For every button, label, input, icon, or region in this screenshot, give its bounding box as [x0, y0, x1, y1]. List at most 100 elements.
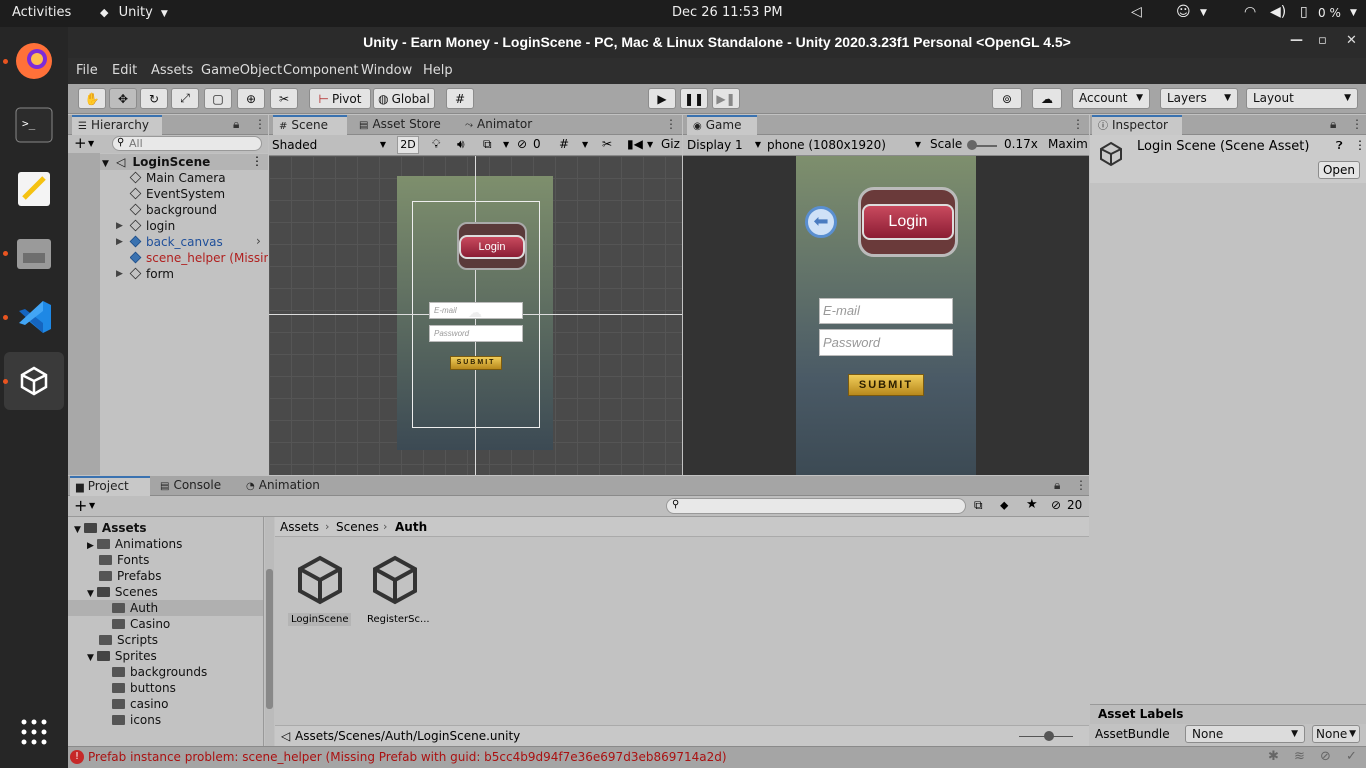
- add-button[interactable]: +: [74, 135, 87, 152]
- folder-tree-item[interactable]: icons: [68, 712, 263, 728]
- favorites-star-icon[interactable]: ★: [1026, 497, 1038, 512]
- chevron-down-icon[interactable]: ▼: [1350, 8, 1357, 18]
- scale-tool-button[interactable]: ⤢: [171, 88, 199, 109]
- game-password-field[interactable]: Password: [819, 329, 953, 356]
- rotate-tool-button[interactable]: ↻: [140, 88, 168, 109]
- asset-bundle-dropdown[interactable]: None ▼: [1185, 725, 1305, 743]
- tab-asset-store[interactable]: ▤ Asset Store: [353, 115, 453, 135]
- custom-tool-button[interactable]: ✂: [270, 88, 298, 109]
- global-toggle[interactable]: ◍ Global: [373, 88, 435, 109]
- unity-launcher[interactable]: [4, 352, 64, 410]
- rect-tool-button[interactable]: ▢: [204, 88, 232, 109]
- asset-item-loginscene[interactable]: LoginScene: [285, 548, 355, 638]
- folder-tree-item[interactable]: Fonts: [68, 552, 263, 568]
- play-button[interactable]: ▶: [648, 88, 676, 109]
- battery-icon[interactable]: ▯: [1300, 4, 1308, 20]
- scene-submit-button[interactable]: SUBMIT: [450, 356, 502, 370]
- effects-icon[interactable]: ⧉: [483, 137, 492, 152]
- chevron-down-icon[interactable]: ▼: [74, 525, 81, 535]
- breadcrumb-assets[interactable]: Assets: [280, 520, 319, 534]
- vscode-launcher[interactable]: [4, 288, 64, 346]
- grid-icon[interactable]: #: [559, 137, 569, 151]
- tools-icon[interactable]: ✂: [602, 137, 612, 151]
- show-applications-button[interactable]: [4, 703, 64, 761]
- game-email-field[interactable]: E-mail: [819, 298, 953, 324]
- kebab-menu-icon[interactable]: ⋮: [251, 154, 263, 168]
- scene-viewport[interactable]: Login E-mail Password SUBMIT ☁: [269, 156, 682, 475]
- check-icon[interactable]: ✓: [1346, 749, 1357, 764]
- scale-slider-thumb[interactable]: [967, 140, 977, 150]
- move-tool-button[interactable]: ✥: [109, 88, 137, 109]
- chevron-right-icon[interactable]: ▶: [116, 266, 123, 282]
- shading-dropdown[interactable]: Shaded ▼: [272, 136, 388, 154]
- open-button[interactable]: Open: [1318, 161, 1360, 179]
- clock[interactable]: Dec 26 11:53 PM: [672, 5, 783, 20]
- terminal-launcher[interactable]: >_: [4, 96, 64, 154]
- wifi-icon[interactable]: ◠: [1244, 4, 1256, 20]
- menu-gameobject[interactable]: GameObject: [201, 63, 282, 78]
- menu-component[interactable]: Component: [283, 63, 358, 78]
- auto-generate-lighting-icon[interactable]: ⊘: [1320, 749, 1331, 764]
- kebab-menu-icon[interactable]: ⋮: [1351, 117, 1363, 131]
- layers-icon[interactable]: ≋: [1294, 749, 1305, 764]
- folder-tree-item[interactable]: backgrounds: [68, 664, 263, 680]
- kebab-menu-icon[interactable]: ⋮: [665, 117, 677, 131]
- hierarchy-item-back-canvas[interactable]: ▶ back_canvas: [116, 234, 223, 250]
- chevron-down-icon[interactable]: ▼: [87, 589, 94, 599]
- lock-icon[interactable]: 🔒︎: [1054, 478, 1060, 493]
- kebab-menu-icon[interactable]: ⋮: [1075, 478, 1087, 492]
- scene-login-button[interactable]: Login: [459, 235, 525, 259]
- cloud-button[interactable]: ☁: [1032, 88, 1062, 109]
- hand-tool-button[interactable]: ✋: [78, 88, 106, 109]
- lock-icon[interactable]: 🔒︎: [233, 117, 239, 132]
- hierarchy-item-form[interactable]: ▶ form: [116, 266, 174, 282]
- hierarchy-item-login[interactable]: ▶ login: [116, 218, 175, 234]
- menu-file[interactable]: File: [76, 63, 98, 78]
- filter-by-type-icon[interactable]: ⧉: [974, 498, 983, 513]
- add-button[interactable]: +: [74, 496, 87, 515]
- hidden-packages-icon[interactable]: ⊘: [1051, 498, 1061, 512]
- firefox-launcher[interactable]: [4, 32, 64, 90]
- transform-tool-button[interactable]: ⊕: [237, 88, 265, 109]
- audio-icon[interactable]: 🔊︎: [457, 137, 465, 152]
- back-arrow-button[interactable]: ⬅: [805, 206, 837, 238]
- breadcrumb-auth[interactable]: Auth: [395, 520, 427, 534]
- tab-game[interactable]: ◉ Game: [687, 115, 757, 135]
- chevron-right-icon[interactable]: ▶: [87, 541, 94, 551]
- files-launcher[interactable]: [4, 224, 64, 282]
- chevron-right-icon[interactable]: ›: [256, 234, 261, 248]
- game-viewport[interactable]: ⬅ Login E-mail Password SUBMIT: [683, 156, 1089, 475]
- volume-icon[interactable]: ◀): [1270, 4, 1286, 20]
- folder-tree-item[interactable]: ▼ Sprites: [68, 648, 263, 664]
- breadcrumb-scenes[interactable]: Scenes: [336, 520, 379, 534]
- folder-tree-item[interactable]: Casino: [68, 616, 263, 632]
- maximize-button[interactable]: ▫: [1318, 33, 1327, 48]
- 2d-toggle[interactable]: 2D: [397, 136, 419, 154]
- project-search-input[interactable]: ⚲: [666, 498, 966, 514]
- status-bar[interactable]: ! Prefab instance problem: scene_helper …: [68, 746, 1366, 768]
- pause-button[interactable]: ❚❚: [680, 88, 708, 109]
- chevron-down-icon[interactable]: ▼: [88, 139, 94, 148]
- chevron-down-icon[interactable]: ▼: [87, 653, 94, 663]
- menu-help[interactable]: Help: [423, 63, 453, 78]
- chevron-down-icon[interactable]: ▼: [503, 140, 509, 149]
- close-button[interactable]: ✕: [1346, 33, 1357, 48]
- game-login-button[interactable]: Login: [862, 204, 954, 240]
- resolution-dropdown[interactable]: phone (1080x1920) ▼: [767, 136, 921, 154]
- tree-scrollbar-thumb[interactable]: [266, 569, 273, 709]
- menu-assets[interactable]: Assets: [151, 63, 193, 78]
- menu-window[interactable]: Window: [361, 63, 412, 78]
- folder-tree-item[interactable]: buttons: [68, 680, 263, 696]
- minimize-button[interactable]: —: [1290, 33, 1303, 48]
- account-dropdown[interactable]: Account ▼: [1072, 88, 1150, 109]
- lock-icon[interactable]: 🔒︎: [1330, 117, 1336, 132]
- camera-icon[interactable]: ▮◀: [627, 137, 643, 151]
- chevron-down-icon[interactable]: ▼: [1200, 8, 1207, 18]
- grid-snap-button[interactable]: #: [446, 88, 474, 109]
- tab-animation[interactable]: ◔ Animation: [240, 476, 340, 496]
- help-icon[interactable]: ❓︎: [1336, 139, 1343, 153]
- folder-tree-item[interactable]: Scripts: [68, 632, 263, 648]
- icon-size-slider-thumb[interactable]: [1044, 731, 1054, 741]
- accessibility-icon[interactable]: ☺: [1176, 4, 1191, 20]
- hierarchy-item-eventsystem[interactable]: EventSystem: [129, 186, 225, 202]
